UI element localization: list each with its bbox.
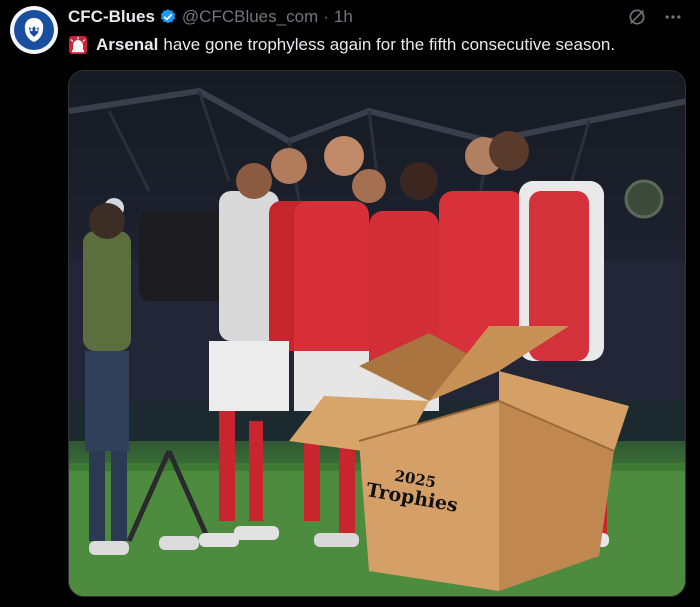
author-name[interactable]: CFC-Blues [68,7,155,27]
media-illustration [69,87,685,596]
grok-icon[interactable] [626,6,648,28]
lion-crest-icon [14,10,54,50]
rotating-light-icon [68,35,88,55]
tweet-timestamp[interactable]: 1h [334,7,353,27]
tweet-text-bold: Arsenal [96,35,159,54]
tweet-card: CFC-Blues @CFCBlues_com · 1h Arsenal hav… [0,0,700,607]
tweet-media-image[interactable]: 2025 Trophies [68,70,686,597]
header-separator: · [323,7,329,26]
author-avatar[interactable] [10,6,58,54]
tweet-text: Arsenal have gone trophyless again for t… [68,34,615,56]
verified-badge-icon [159,8,177,26]
author-handle[interactable]: @CFCBlues_com [182,7,318,27]
tweet-text-body: have gone trophyless again for the fifth… [163,35,616,54]
more-options-icon[interactable] [662,6,684,28]
tweet-actions [626,6,684,28]
tweet-header: CFC-Blues @CFCBlues_com · 1h [68,6,353,28]
